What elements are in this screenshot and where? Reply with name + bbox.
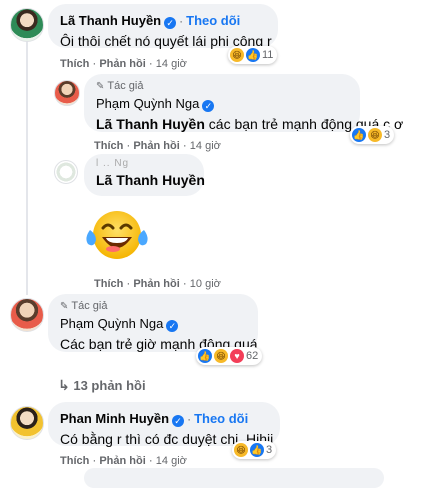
reaction-summary[interactable]: 😆 👍 3 [232, 441, 277, 459]
comment-bubble: Phan Minh Huyền ✓ · Theo dõi Có bằng r thì … [48, 402, 280, 447]
avatar[interactable] [10, 406, 44, 440]
obscured-name: l .. Ng [96, 158, 130, 169]
avatar[interactable] [10, 8, 44, 42]
like-button[interactable]: Thích [94, 140, 123, 152]
commenter-name[interactable]: Phạm Quỳnh Nga [60, 316, 163, 331]
author-badge: ✎ Tác giả [96, 80, 144, 92]
reaction-summary[interactable]: 👍 😆 ♥ 62 [196, 347, 263, 365]
thread-line [26, 40, 28, 295]
timestamp[interactable]: 14 giờ [156, 455, 187, 467]
pencil-icon: ✎ [60, 300, 69, 312]
like-reaction-icon: 👍 [250, 443, 264, 457]
comment-actions: Thích · Phản hồi · 14 giờ [60, 453, 187, 467]
author-badge: ✎ Tác giả [60, 300, 108, 312]
mention-tag[interactable]: Lã Thanh Huyền [96, 116, 205, 132]
comment-bubble-partial [84, 468, 384, 488]
comment-bubble: ✎ Tác giả Phạm Quỳnh Nga ✓ Các bạn trẻ giờ… [48, 294, 258, 352]
pencil-icon: ✎ [96, 80, 105, 92]
commenter-name[interactable]: Lã Thanh Huyền [60, 13, 161, 28]
reaction-count: 11 [262, 49, 274, 61]
comment-actions: Thích · Phản hồi · 14 giờ [94, 138, 221, 152]
timestamp[interactable]: 10 giờ [190, 278, 221, 290]
haha-reaction-icon: 😆 [214, 349, 228, 363]
timestamp[interactable]: 14 giờ [156, 58, 187, 70]
reaction-count: 3 [384, 129, 391, 141]
avatar[interactable] [54, 160, 78, 184]
separator-dot: · [187, 412, 192, 426]
comment-actions: Thích · Phản hồi · 14 giờ [60, 56, 187, 70]
reaction-summary[interactable]: 😆 👍 11 [228, 46, 278, 64]
reply-button[interactable]: Phản hồi [99, 58, 145, 70]
verified-badge-icon: ✓ [164, 17, 177, 29]
reaction-summary[interactable]: 👍 😆 3 [350, 126, 395, 144]
like-reaction-icon: 👍 [198, 349, 212, 363]
view-replies-link[interactable]: ↳ 13 phản hồi [58, 377, 146, 394]
love-reaction-icon: ♥ [230, 349, 244, 363]
reply-button[interactable]: Phản hồi [133, 140, 179, 152]
like-button[interactable]: Thích [60, 58, 89, 70]
reaction-count: 62 [246, 350, 259, 362]
haha-reaction-icon: 😆 [234, 443, 248, 457]
like-reaction-icon: 👍 [352, 128, 366, 142]
comment-bubble: ✎ Tác giả Phạm Quỳnh Nga ✓ Lã Thanh Huyền … [84, 74, 403, 132]
follow-button[interactable]: Theo dõi [186, 13, 240, 28]
comment-actions: Thích · Phản hồi · 10 giờ [94, 276, 221, 290]
haha-reaction-icon: 😆 [368, 128, 382, 142]
like-button[interactable]: Thích [94, 278, 123, 290]
commenter-name[interactable]: Phạm Quỳnh Nga [96, 96, 199, 111]
avatar[interactable] [10, 298, 44, 332]
mention-tag[interactable]: Lã Thanh Huyền [96, 172, 205, 188]
avatar[interactable] [54, 80, 80, 106]
verified-badge-icon: ✓ [202, 100, 215, 112]
reaction-count: 3 [266, 444, 273, 456]
follow-button[interactable]: Theo dõi [194, 411, 248, 426]
verified-badge-icon: ✓ [172, 415, 185, 427]
commenter-name[interactable]: Phan Minh Huyền [60, 411, 169, 426]
timestamp[interactable]: 14 giờ [190, 140, 221, 152]
like-reaction-icon: 👍 [246, 48, 260, 62]
comment-bubble: Lã Thanh Huyền ✓ · Theo dõi Ôi thôi chết nó… [48, 4, 278, 49]
haha-reaction-icon: 😆 [230, 48, 244, 62]
comment-bubble: l .. Ng Lã Thanh Huyền [84, 154, 205, 196]
reply-button[interactable]: Phản hồi [133, 278, 179, 290]
verified-badge-icon: ✓ [166, 320, 179, 332]
like-button[interactable]: Thích [60, 455, 89, 467]
separator-dot: · [179, 14, 184, 28]
reply-button[interactable]: Phản hồi [99, 455, 145, 467]
reply-arrow-icon: ↳ [58, 377, 70, 393]
laughing-sticker-icon [86, 211, 148, 259]
